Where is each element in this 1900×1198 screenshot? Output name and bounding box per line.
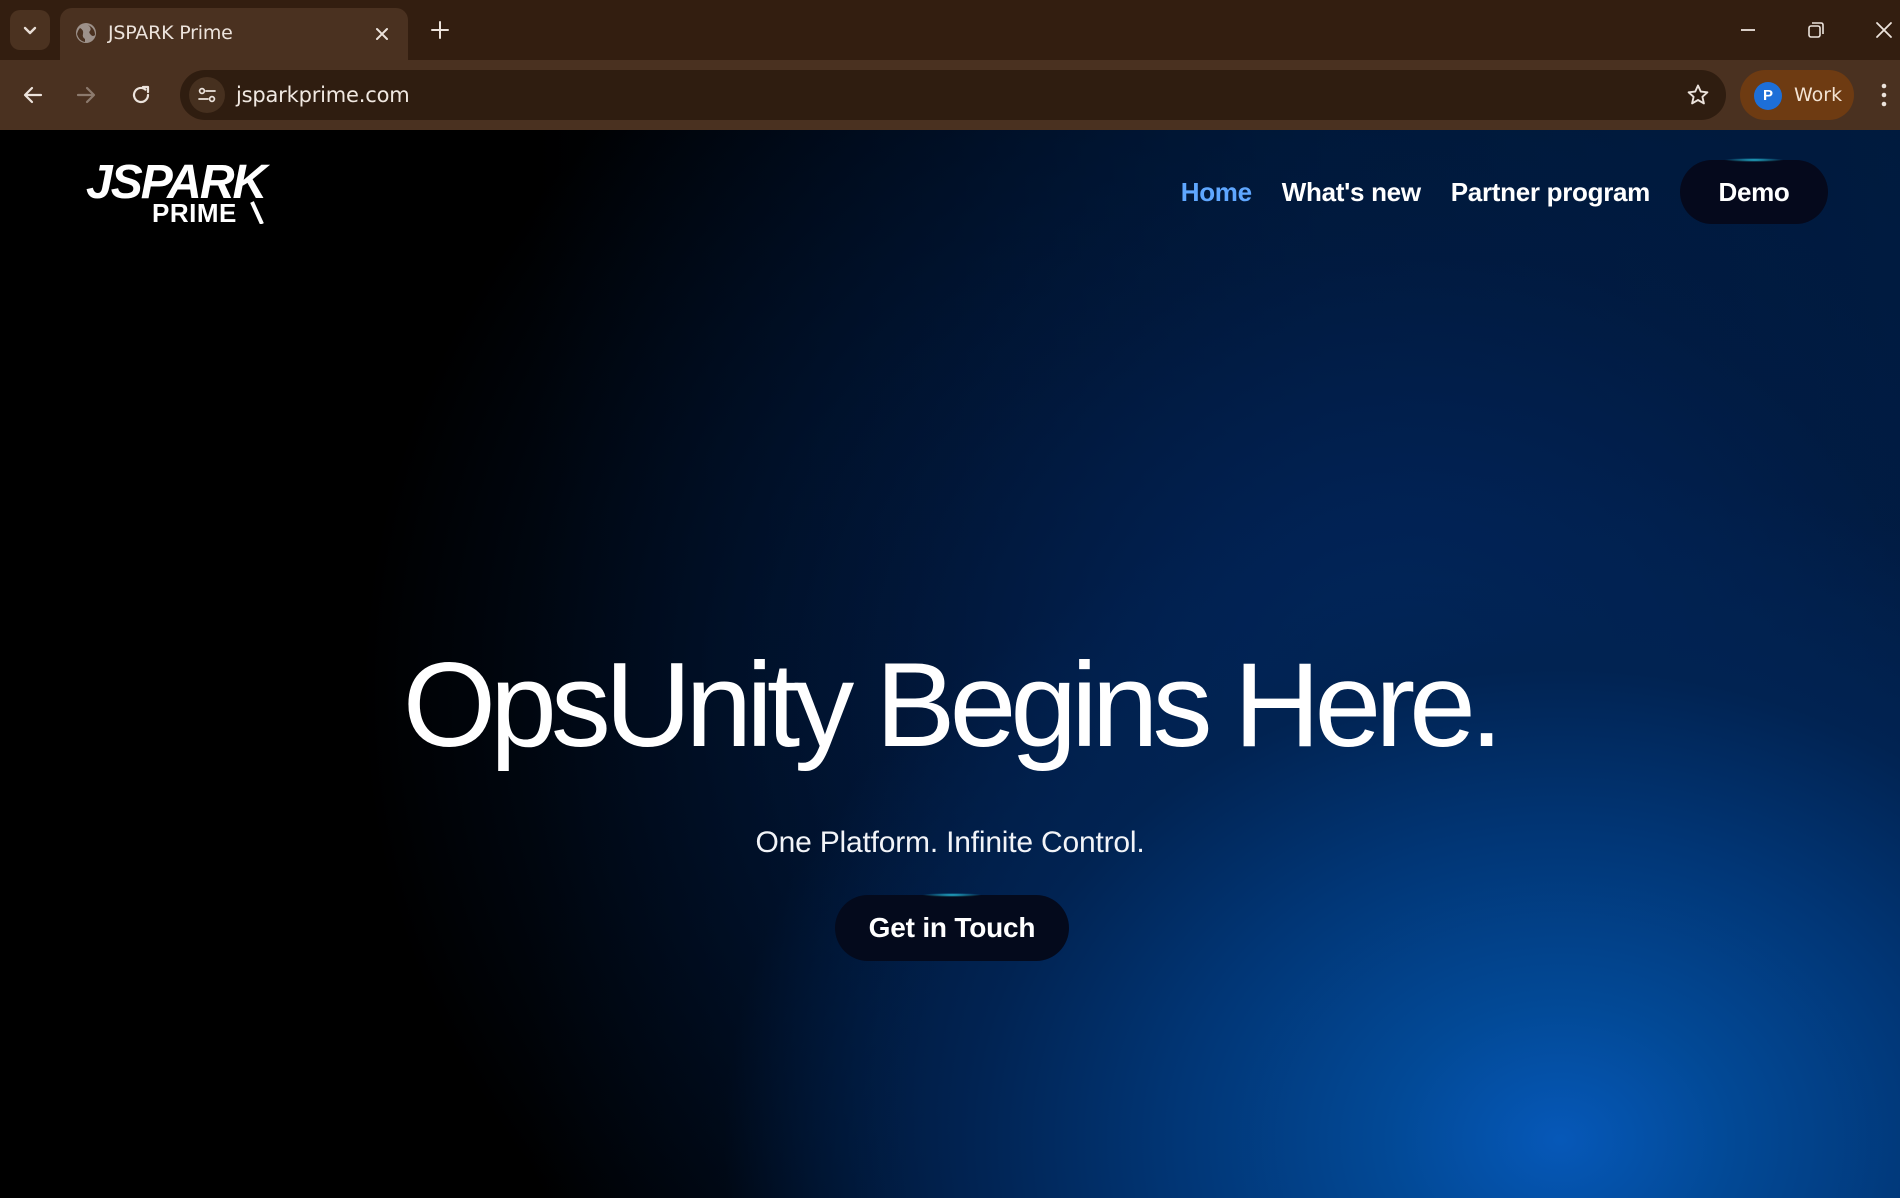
window-close-icon bbox=[1876, 22, 1892, 38]
tab-title: JSPARK Prime bbox=[108, 22, 233, 44]
browser-menu-button[interactable] bbox=[1872, 77, 1896, 113]
kebab-menu-icon bbox=[1881, 83, 1887, 107]
nav-whats-new[interactable]: What's new bbox=[1282, 177, 1421, 208]
site-settings-icon bbox=[198, 87, 216, 103]
globe-icon bbox=[74, 21, 98, 45]
forward-arrow-icon bbox=[76, 86, 96, 104]
browser-toolbar: jsparkprime.com P Work bbox=[0, 60, 1900, 130]
reload-button[interactable] bbox=[121, 75, 161, 115]
logo-subtitle: PRIME bbox=[152, 198, 237, 224]
site-info-button[interactable] bbox=[189, 77, 225, 113]
hero-title: OpsUnity Begins Here. bbox=[402, 638, 1504, 772]
plus-icon bbox=[431, 21, 449, 39]
demo-button[interactable]: Demo bbox=[1680, 160, 1828, 224]
profile-button[interactable]: P Work bbox=[1740, 70, 1854, 120]
close-icon bbox=[376, 28, 388, 40]
back-button[interactable] bbox=[13, 75, 53, 115]
nav-home[interactable]: Home bbox=[1181, 177, 1252, 208]
back-arrow-icon bbox=[23, 86, 43, 104]
minimize-button[interactable] bbox=[1730, 12, 1766, 48]
bookmark-button[interactable] bbox=[1684, 81, 1712, 109]
restore-icon bbox=[1808, 22, 1824, 38]
forward-button[interactable] bbox=[66, 75, 106, 115]
reload-icon bbox=[132, 85, 150, 104]
address-bar[interactable]: jsparkprime.com bbox=[180, 70, 1726, 120]
profile-name: Work bbox=[1794, 84, 1843, 106]
browser-tab-active[interactable]: JSPARK Prime bbox=[60, 8, 408, 60]
restore-button[interactable] bbox=[1798, 12, 1834, 48]
nav-partner-program[interactable]: Partner program bbox=[1451, 177, 1651, 208]
hero-subtitle: One Platform. Infinite Control. bbox=[755, 826, 1145, 859]
url-text[interactable]: jsparkprime.com bbox=[236, 83, 410, 107]
site-logo[interactable]: JSPARK PRIME bbox=[84, 156, 306, 228]
new-tab-button[interactable] bbox=[424, 14, 456, 46]
tab-search-button[interactable] bbox=[10, 10, 50, 50]
main-nav: Home What's new Partner program Demo bbox=[1181, 160, 1828, 224]
get-in-touch-button[interactable]: Get in Touch bbox=[835, 895, 1069, 961]
avatar: P bbox=[1754, 82, 1782, 110]
window-close-button[interactable] bbox=[1866, 12, 1900, 48]
browser-tabstrip: JSPARK Prime bbox=[0, 0, 1900, 60]
tab-search-icon bbox=[23, 26, 37, 35]
star-icon bbox=[1687, 84, 1709, 105]
page-viewport: JSPARK PRIME Home What's new Partner pro… bbox=[0, 130, 1900, 1198]
minimize-icon bbox=[1741, 29, 1755, 31]
tab-close-button[interactable] bbox=[370, 22, 394, 46]
